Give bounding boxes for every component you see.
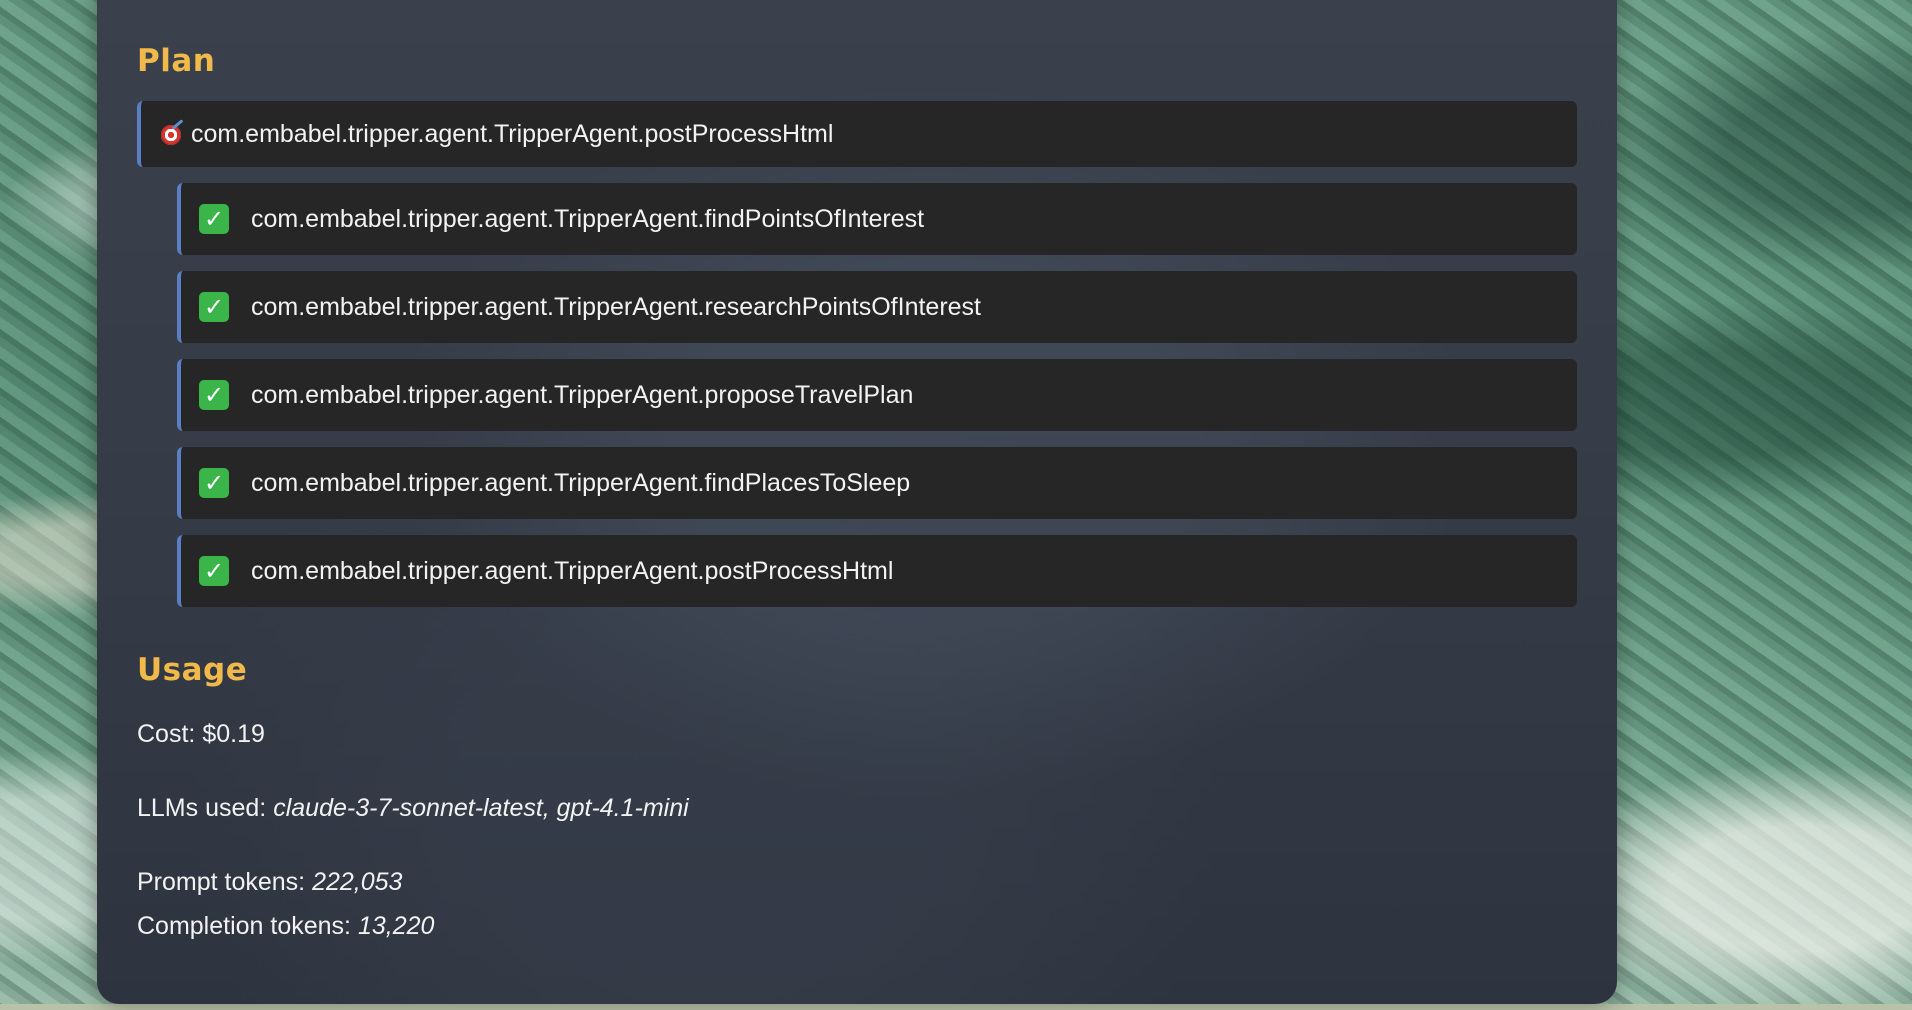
check-icon: ✓ xyxy=(199,204,229,234)
prompt-tokens-value: 222,053 xyxy=(312,868,403,896)
plan-heading: Plan xyxy=(137,43,216,79)
check-icon: ✓ xyxy=(199,380,229,410)
plan-step-row: ✓ com.embabel.tripper.agent.TripperAgent… xyxy=(177,183,1577,255)
plan-goal-row: com.embabel.tripper.agent.TripperAgent.p… xyxy=(137,101,1577,167)
plan-step-row: ✓ com.embabel.tripper.agent.TripperAgent… xyxy=(177,271,1577,343)
usage-heading: Usage xyxy=(137,652,248,688)
completion-tokens-value: 13,220 xyxy=(357,912,435,940)
plan-step-label: com.embabel.tripper.agent.TripperAgent.p… xyxy=(251,556,894,585)
check-icon: ✓ xyxy=(199,556,229,586)
plan-step-row: ✓ com.embabel.tripper.agent.TripperAgent… xyxy=(177,447,1577,519)
plan-step-label: com.embabel.tripper.agent.TripperAgent.f… xyxy=(251,468,911,497)
completion-tokens-label: Completion tokens: xyxy=(137,912,352,940)
llms-used-label: LLMs used: xyxy=(137,794,267,822)
llms-used-line: LLMs used: claude-3-7-sonnet-latest, gpt… xyxy=(137,796,1577,821)
plan-step-row: ✓ com.embabel.tripper.agent.TripperAgent… xyxy=(177,359,1577,431)
plan-step-label: com.embabel.tripper.agent.TripperAgent.r… xyxy=(251,292,982,321)
results-panel: Plan com.embabel.tripper.agent.TripperAg… xyxy=(97,0,1617,1004)
plan-goal-label: com.embabel.tripper.agent.TripperAgent.p… xyxy=(191,119,834,148)
prompt-tokens-label: Prompt tokens: xyxy=(137,868,306,896)
llms-used-value: claude-3-7-sonnet-latest, gpt-4.1-mini xyxy=(273,794,689,822)
cost-line: Cost: $0.19 xyxy=(137,722,1577,747)
cost-label: Cost: xyxy=(137,720,196,748)
target-icon xyxy=(159,119,185,147)
plan-steps-list: ✓ com.embabel.tripper.agent.TripperAgent… xyxy=(177,183,1577,607)
completion-tokens-line: Completion tokens: 13,220 xyxy=(137,914,1577,939)
cost-value: $0.19 xyxy=(202,720,265,748)
page-bottom-edge xyxy=(0,1004,1912,1010)
plan-step-label: com.embabel.tripper.agent.TripperAgent.f… xyxy=(251,204,925,233)
plan-step-label: com.embabel.tripper.agent.TripperAgent.p… xyxy=(251,380,914,409)
check-icon: ✓ xyxy=(199,468,229,498)
plan-step-row: ✓ com.embabel.tripper.agent.TripperAgent… xyxy=(177,535,1577,607)
check-icon: ✓ xyxy=(199,292,229,322)
prompt-tokens-line: Prompt tokens: 222,053 xyxy=(137,870,1577,895)
